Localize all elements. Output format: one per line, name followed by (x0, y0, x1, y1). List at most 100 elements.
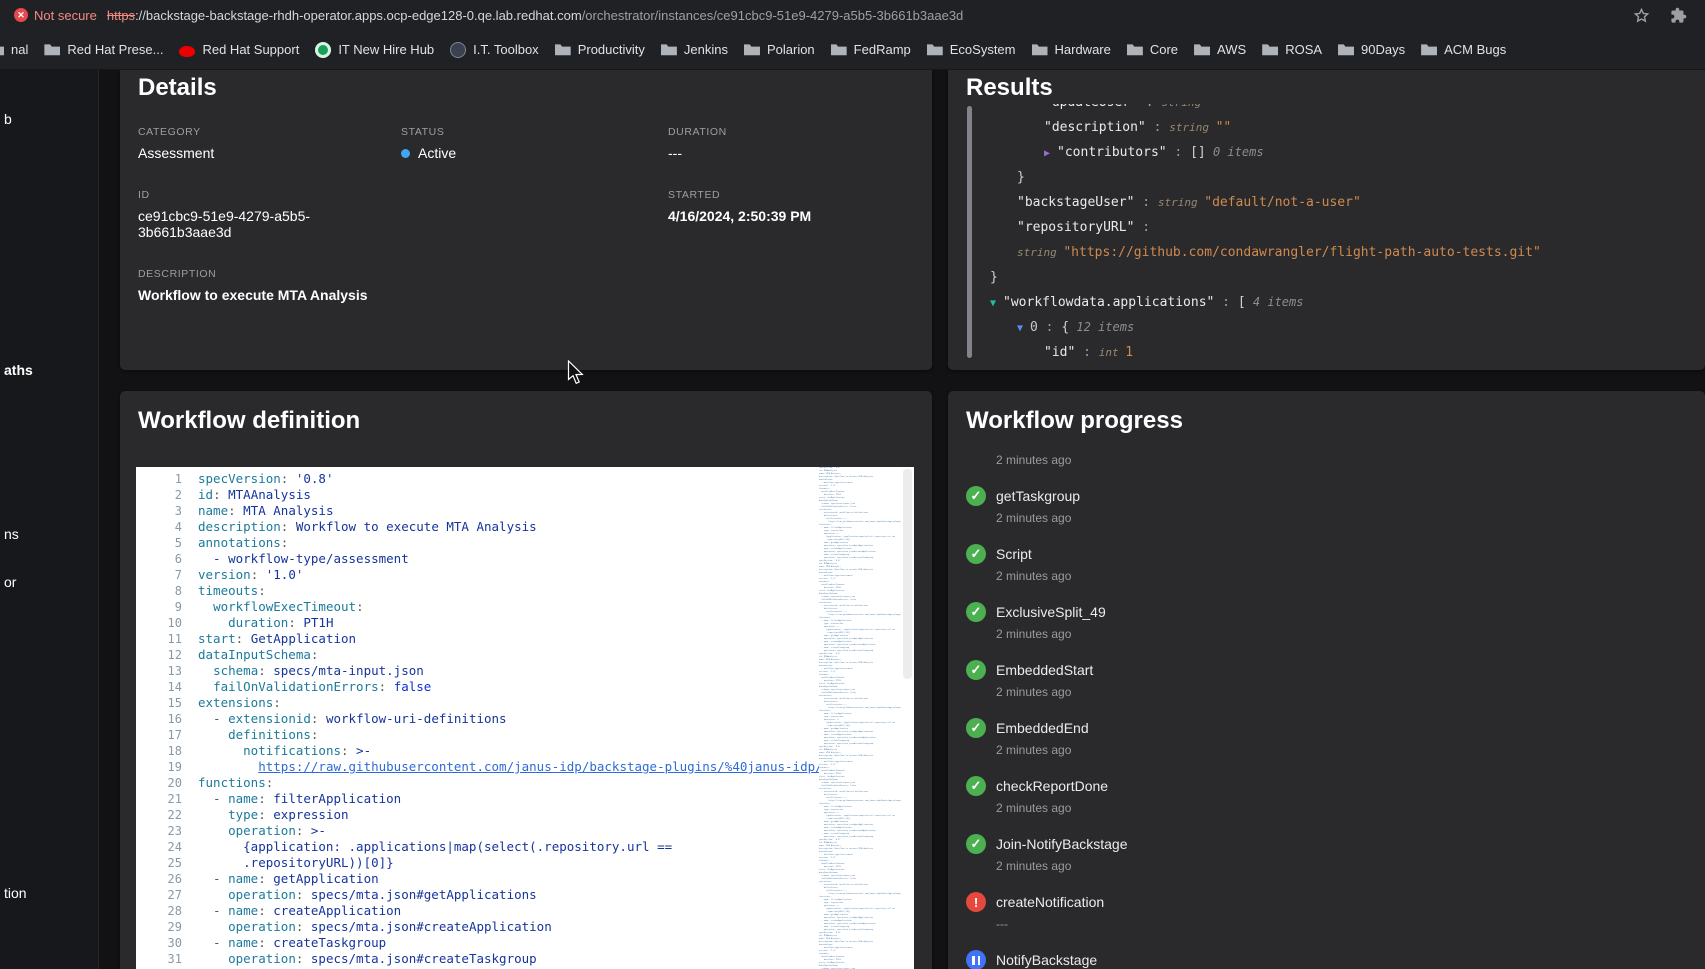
progress-item: ✓ checkReportDone 2 minutes ago (966, 773, 1687, 815)
field-label: CATEGORY (138, 126, 201, 138)
bookmark-label: Red Hat Prese... (67, 42, 164, 57)
bookmark-folder-icon (0, 44, 4, 56)
bookmark-folder-icon (1262, 44, 1279, 56)
progress-timestamp: 2 minutes ago (996, 627, 1072, 641)
editor-scrollbar-thumb[interactable] (903, 469, 912, 679)
line-number: 10 (167, 616, 182, 630)
pending-circle-icon (966, 950, 986, 969)
json-line: } (1017, 170, 1025, 185)
field-value: 4/16/2024, 2:50:39 PM (668, 208, 812, 224)
code-line: extensions: (198, 695, 281, 710)
code-line: .repositoryURL))[0]} (198, 855, 394, 870)
line-number: 16 (167, 712, 182, 726)
browser-url-bar: ✕ Not secure https://backstage-backstage… (0, 0, 1705, 30)
collapse-arrow-icon[interactable]: ▼ (990, 291, 996, 316)
bookmark-item[interactable]: Productivity (547, 36, 653, 64)
bookmark-folder-icon (1194, 44, 1211, 56)
code-line: - name: filterApplication (198, 791, 402, 806)
sidebar-item-label[interactable]: tion (4, 885, 27, 901)
bookmark-item[interactable]: Red Hat Prese... (36, 36, 171, 64)
progress-item: ✓ ExclusiveSplit_49 2 minutes ago (966, 599, 1687, 641)
code-line: dataInputSchema: (198, 647, 319, 662)
progress-step-name: EmbeddedEnd (996, 720, 1089, 736)
sidebar-item-label[interactable]: or (4, 574, 16, 590)
bookmark-item[interactable]: ACM Bugs (1413, 36, 1514, 64)
progress-step-name: Join-NotifyBackstage (996, 836, 1128, 852)
code-line: duration: PT1H (228, 615, 334, 630)
progress-item: ! createNotification --- (966, 889, 1687, 931)
bookmark-item[interactable]: ROSA (1254, 36, 1330, 64)
url-scheme: https (106, 7, 136, 23)
sidebar-item-label[interactable]: b (4, 111, 12, 127)
url-omnibox[interactable]: https://backstage-backstage-rhdh-operato… (107, 8, 1623, 23)
security-chip[interactable]: ✕ Not secure (14, 8, 97, 23)
bookmark-item[interactable]: Red Hat Support (171, 36, 307, 64)
security-label: Not secure (34, 7, 97, 23)
details-card: Details CATEGORY Assessment STATUS Activ… (120, 70, 932, 370)
field-spacer (401, 189, 668, 240)
field-value: --- (668, 145, 682, 161)
bookmark-item[interactable]: IT New Hire Hub (307, 36, 442, 64)
workflow-definition-title: Workflow definition (138, 407, 361, 434)
line-number: 5 (174, 536, 182, 550)
sidebar-item-label[interactable]: ns (4, 526, 19, 542)
line-number: 20 (167, 776, 182, 790)
error-circle-icon: ! (966, 892, 986, 912)
json-line: ▼ 0 : { 12 items (990, 315, 1705, 340)
line-number: 1 (174, 472, 182, 486)
progress-step-name: createNotification (996, 894, 1105, 910)
bookmark-folder-icon (44, 44, 61, 56)
bookmark-label: nal (11, 42, 29, 57)
code-line: id: MTAAnalysis (198, 487, 311, 502)
field-label: DESCRIPTION (138, 268, 217, 280)
code-line: notifications: >- (243, 743, 372, 758)
line-number: 13 (167, 664, 182, 678)
collapse-arrow-icon[interactable]: ▼ (1017, 316, 1023, 341)
bookmark-item[interactable]: FedRamp (823, 36, 919, 64)
expand-arrow-icon[interactable]: ▶ (1044, 141, 1050, 166)
results-json-viewer[interactable]: "updateUser" : string "description" : st… (948, 104, 1705, 370)
bookmark-item[interactable]: 90Days (1330, 36, 1413, 64)
bookmark-item[interactable]: I.T. Toolbox (442, 36, 547, 64)
editor-scrollbar[interactable] (901, 467, 914, 969)
progress-timestamp: 2 minutes ago (996, 743, 1072, 757)
line-number: 19 (167, 760, 182, 774)
bookmark-item[interactable]: Jenkins (653, 36, 736, 64)
line-number: 31 (167, 952, 182, 966)
line-number: 24 (167, 840, 182, 854)
details-card-title: Details (138, 74, 217, 101)
check-circle-icon: ✓ (966, 718, 986, 738)
code-line: {application: .applications|map(select(.… (198, 839, 673, 854)
bookmark-item[interactable]: Hardware (1024, 36, 1119, 64)
progress-item: ✓ Join-NotifyBackstage 2 minutes ago (966, 831, 1687, 873)
bookmark-item[interactable]: AWS (1186, 36, 1254, 64)
json-line: "description" : string "" (1044, 120, 1232, 135)
line-number: 21 (167, 792, 182, 806)
bookmark-folder-icon (743, 44, 760, 56)
field-id: ID ce91cbc9-51e9-4279-a5b5-3b661b3aae3d (138, 189, 401, 240)
field-value: Workflow to execute MTA Analysis (138, 287, 368, 303)
bookmark-item[interactable]: Polarion (736, 36, 823, 64)
bookmark-star-icon[interactable] (1633, 7, 1650, 24)
bookmarks-bar: nal Red Hat Prese... Red Hat Support IT … (0, 30, 1705, 70)
workflow-progress-title: Workflow progress (966, 407, 1183, 434)
line-number: 3 (174, 504, 182, 518)
code-line: description: Workflow to execute MTA Ana… (198, 519, 537, 534)
sidebar-item-label[interactable]: aths (4, 362, 33, 378)
code-line: - extensionid: workflow-uri-definitions (198, 711, 507, 726)
code-line: start: GetApplication (198, 631, 357, 646)
check-circle-icon: ✓ (966, 834, 986, 854)
field-label: STARTED (668, 189, 721, 201)
code-line: - name: getApplication (198, 871, 379, 886)
extensions-icon[interactable] (1670, 7, 1687, 24)
bookmark-item[interactable]: EcoSystem (919, 36, 1024, 64)
editor-minimap[interactable]: specVersion: '0.8' id: MTAAnalysis name:… (819, 467, 901, 969)
progress-timestamp: 2 minutes ago (996, 511, 1072, 525)
bookmark-item[interactable]: nal (0, 36, 36, 64)
code-line: version: '1.0' (198, 567, 304, 582)
editor-code[interactable]: specVersion: '0.8' id: MTAAnalysis name: M… (198, 467, 914, 969)
bookmark-item[interactable]: Core (1119, 36, 1186, 64)
code-editor[interactable]: 1 2 3 4 5 6 7 8 9 10 11 12 13 14 15 16 17 18 19 20 21 22 23 24 2… (136, 467, 914, 969)
code-line: annotations: (198, 535, 289, 550)
code-line: type: expression (228, 807, 349, 822)
